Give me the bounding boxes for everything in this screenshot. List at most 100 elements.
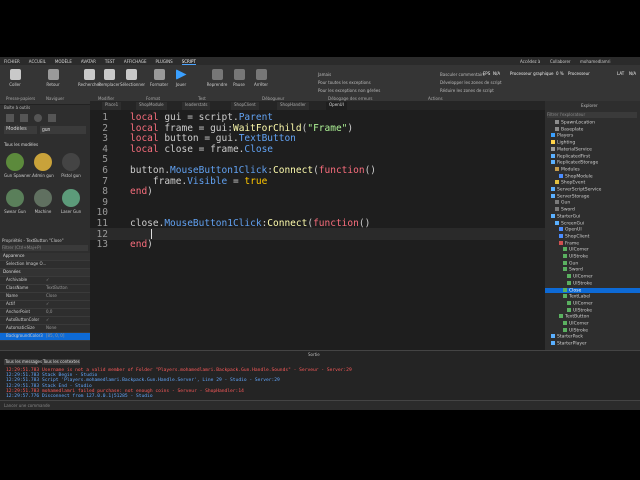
recent-icon[interactable]	[34, 114, 42, 122]
property-row[interactable]: AutomaticSize None	[0, 325, 90, 333]
explorer-item[interactable]: UICorner	[545, 247, 640, 253]
tool-format[interactable]: Formater	[148, 69, 170, 87]
script-tab[interactable]: leaderstats	[182, 102, 211, 110]
message-filter-dropdown[interactable]: Tous les messages	[4, 359, 42, 365]
toolbox-item[interactable]: Laser Gun	[60, 189, 82, 214]
context-filter-dropdown[interactable]: Tous les contextes	[42, 359, 80, 365]
property-value[interactable]: ✓	[46, 317, 49, 322]
explorer-item[interactable]: ReplicatedFirst	[545, 153, 640, 159]
explorer-item[interactable]: UICorner	[545, 321, 640, 327]
tool-back[interactable]: Retour	[42, 69, 64, 87]
script-tab[interactable]: ShopHandler	[277, 102, 309, 110]
property-value[interactable]: Close	[46, 293, 57, 298]
explorer-item[interactable]: Sword	[545, 207, 640, 213]
explorer-item[interactable]: Players	[545, 133, 640, 139]
explorer-item[interactable]: UIStroke	[545, 307, 640, 313]
property-row[interactable]: Name Close	[0, 293, 90, 301]
script-action-1[interactable]: Développer les zones de script	[440, 80, 502, 85]
script-action-0[interactable]: Basculer commentaire	[440, 72, 485, 77]
toolbox-item[interactable]: Machine	[32, 189, 54, 214]
tool-replace[interactable]: Remplacer	[98, 69, 120, 87]
menu-item-avatar[interactable]: AVATAR	[81, 59, 96, 64]
explorer-filter-input[interactable]: Filtrer l'explorateur	[547, 112, 637, 118]
explorer-item[interactable]: ShopEvent	[545, 180, 640, 186]
property-row[interactable]: ClassName TextButton	[0, 285, 90, 293]
tool-find[interactable]: Rechercher	[78, 69, 101, 87]
explorer-item[interactable]: StarterGui	[545, 213, 640, 219]
explorer-item[interactable]: ShopClient	[545, 233, 640, 239]
property-row[interactable]: Archivable ✓	[0, 277, 90, 285]
explorer-item[interactable]: Frame	[545, 240, 640, 246]
property-row[interactable]: BackgroundColor3 [85, 0, 0]	[0, 333, 90, 341]
command-bar-input[interactable]: Lancer une commande	[0, 400, 640, 410]
menu-item-fichier[interactable]: FICHIER	[4, 59, 20, 64]
explorer-item[interactable]: SpawnLocation	[545, 120, 640, 126]
script-tab[interactable]: Place1	[102, 102, 122, 110]
menu-item-test[interactable]: TEST	[105, 59, 115, 64]
debug-option-0[interactable]: Jamais	[318, 72, 331, 77]
menubar-right-2[interactable]: mohamedlamri	[580, 59, 610, 64]
explorer-item[interactable]: Gun	[545, 260, 640, 266]
explorer-item[interactable]: UIStroke	[545, 280, 640, 286]
script-tab[interactable]: ShopClient	[231, 102, 259, 110]
tool-select[interactable]: Sélectionner	[120, 69, 145, 87]
menubar-right-1[interactable]: Collaborer	[550, 59, 571, 64]
menu-item-accueil[interactable]: ACCUEIL	[29, 59, 46, 64]
explorer-item[interactable]: MaterialService	[545, 146, 640, 152]
property-value[interactable]: ✓	[46, 301, 49, 306]
script-tab[interactable]: OpenUI	[326, 102, 347, 110]
tool-play[interactable]: Jouer	[170, 69, 192, 87]
property-row[interactable]: Actif ✓	[0, 301, 90, 309]
script-tab[interactable]: ShopModule	[136, 102, 167, 110]
explorer-item[interactable]: OpenUI	[545, 227, 640, 233]
tool-paste[interactable]: Coller	[4, 69, 26, 87]
explorer-item[interactable]: UIStroke	[545, 254, 640, 260]
menu-item-plugins[interactable]: PLUGINS	[156, 59, 173, 64]
properties-section[interactable]: Apparence	[0, 253, 93, 261]
explorer-item[interactable]: ServerStorage	[545, 193, 640, 199]
properties-section[interactable]: Données	[0, 269, 93, 277]
menu-item-affichage[interactable]: AFFICHAGE	[124, 59, 147, 64]
property-row[interactable]: Selection Image O...	[0, 261, 90, 269]
explorer-item[interactable]: Baseplate	[545, 126, 640, 132]
menu-item-modèle[interactable]: MODÈLE	[55, 59, 72, 64]
inventory-icon[interactable]	[20, 114, 28, 122]
code-editor[interactable]: 1 local gui = script.Parent 2 local frame =…	[90, 110, 545, 350]
explorer-item[interactable]: StarterPlayer	[545, 341, 640, 347]
property-value[interactable]: 0,0	[46, 309, 52, 314]
property-value[interactable]: None	[46, 325, 56, 330]
explorer-item[interactable]: StarterPack	[545, 334, 640, 340]
debug-option-2[interactable]: Pour les exceptions non gérées	[318, 88, 380, 93]
property-row[interactable]: AnchorPoint 0,0	[0, 309, 90, 317]
tool-stop[interactable]: Arrêter	[250, 69, 272, 87]
tool-pause[interactable]: Pause	[228, 69, 250, 87]
explorer-item[interactable]: ServerScriptService	[545, 187, 640, 193]
explorer-item[interactable]: ScreenGui	[545, 220, 640, 226]
explorer-item[interactable]: ShopModule	[545, 173, 640, 179]
explorer-item[interactable]: Close	[545, 287, 640, 293]
explorer-item[interactable]: Gun	[545, 200, 640, 206]
creations-icon[interactable]	[48, 114, 56, 122]
explorer-item[interactable]: Modules	[545, 166, 640, 172]
toolbox-item[interactable]: Admin gun	[32, 153, 54, 178]
property-value[interactable]: ✓	[46, 277, 49, 282]
script-action-2[interactable]: Réduire les zones de script	[440, 88, 494, 93]
explorer-item[interactable]: Lighting	[545, 140, 640, 146]
properties-filter-input[interactable]: Filtrer (Ctrl+Maj+P)	[2, 245, 88, 251]
menubar-right-0[interactable]: Accédez à	[520, 59, 540, 64]
toolbox-item[interactable]: Swear Gun	[4, 189, 26, 214]
property-value[interactable]: TextButton	[46, 285, 68, 290]
explorer-item[interactable]: Sword	[545, 267, 640, 273]
debug-option-1[interactable]: Pour toutes les exceptions	[318, 80, 371, 85]
category-dropdown[interactable]: Modèles	[4, 126, 37, 134]
explorer-item[interactable]: ReplicatedStorage	[545, 160, 640, 166]
toolbox-search-input[interactable]	[40, 126, 86, 134]
explorer-item[interactable]: TextLabel	[545, 294, 640, 300]
property-row[interactable]: AutoButtonColor ✓	[0, 317, 90, 325]
marketplace-icon[interactable]	[6, 114, 14, 122]
toolbox-item[interactable]: Gun Spawner...	[4, 153, 34, 178]
explorer-item[interactable]: TextButton	[545, 314, 640, 320]
explorer-item[interactable]: UIStroke	[545, 327, 640, 333]
property-value[interactable]: [85, 0, 0]	[46, 333, 64, 338]
toolbox-item[interactable]: Pistol gun	[60, 153, 82, 178]
